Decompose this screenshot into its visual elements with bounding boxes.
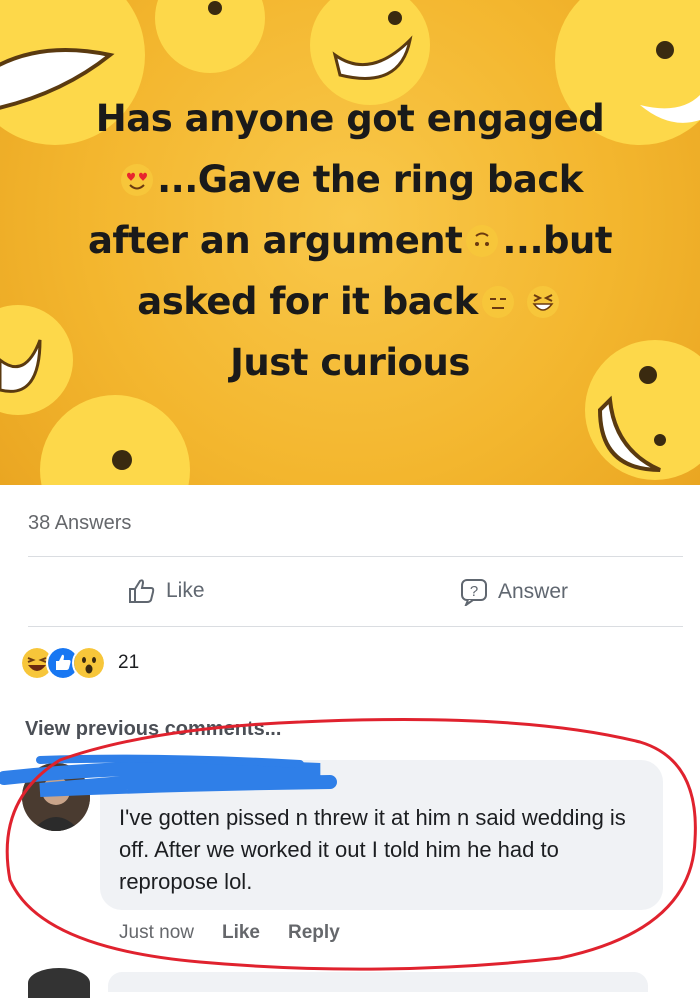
comment-reply-button[interactable]: Reply	[288, 922, 340, 944]
next-comment-bubble	[108, 972, 648, 992]
next-comment-avatar[interactable]	[28, 968, 90, 998]
comment-timestamp[interactable]: Just now	[119, 922, 194, 944]
comment-like-button[interactable]: Like	[222, 922, 260, 944]
comment-meta: Just now Like Reply	[119, 922, 340, 944]
name-redaction-scribble	[0, 754, 337, 797]
